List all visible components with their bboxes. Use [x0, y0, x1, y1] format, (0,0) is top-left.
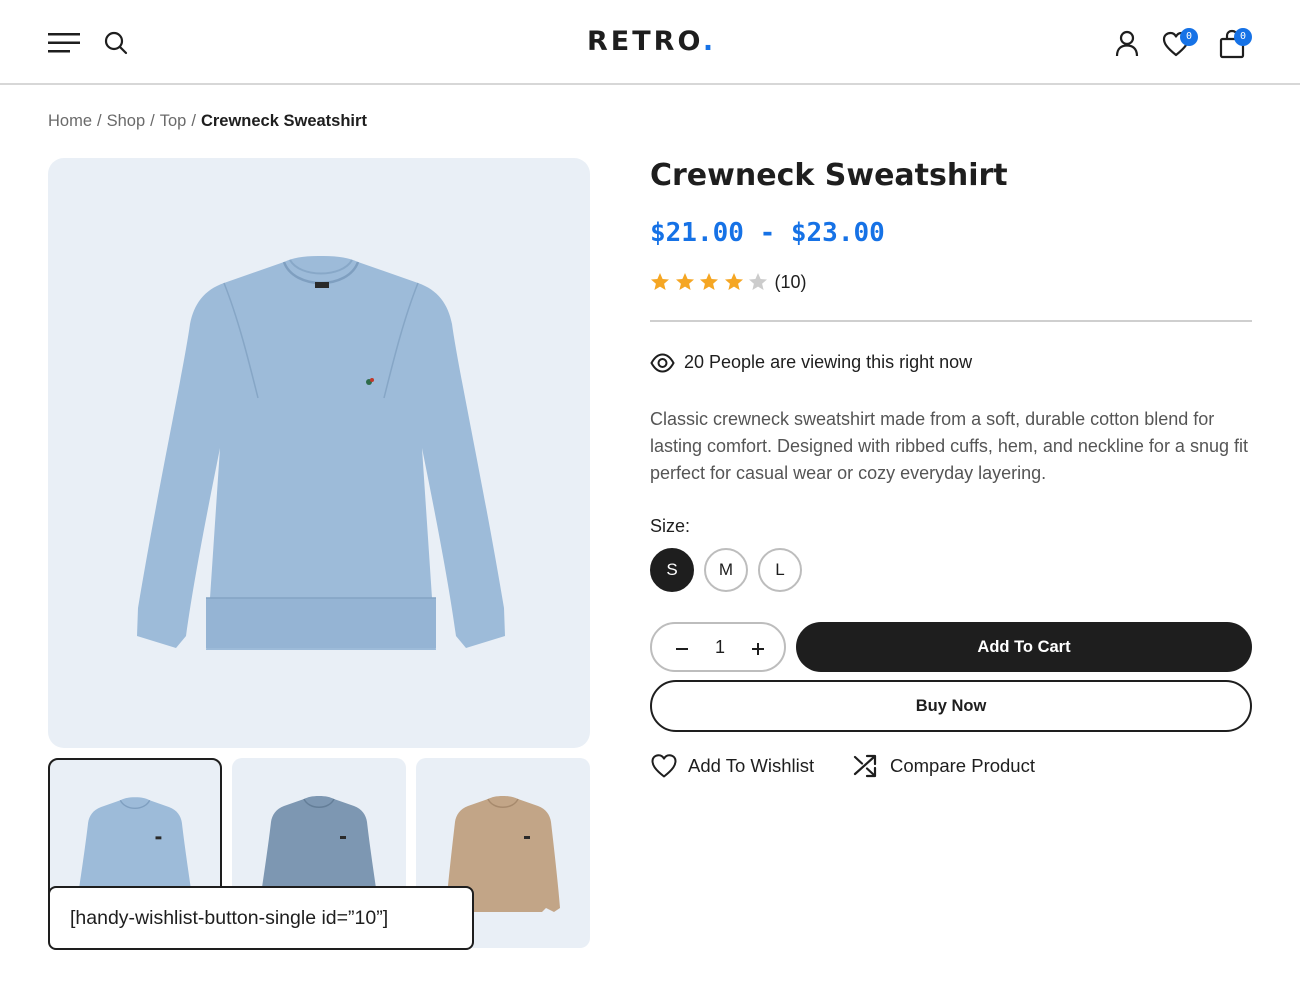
- quantity-stepper: 1: [650, 622, 786, 672]
- size-option-m[interactable]: M: [704, 548, 748, 592]
- breadcrumb-home[interactable]: Home: [48, 112, 92, 130]
- heart-icon: [651, 754, 677, 778]
- product-description: Classic crewneck sweatshirt made from a …: [650, 409, 1248, 483]
- sweatshirt-image: [137, 256, 505, 650]
- site-header: RETRO. 0 0: [0, 0, 1300, 85]
- viewing-text: 20 People are viewing this right now: [684, 352, 973, 372]
- star-filled-icon: [700, 273, 718, 290]
- product-price: $21.00 - $23.00: [650, 218, 885, 248]
- product-title: Crewneck Sweatshirt: [650, 158, 1008, 193]
- live-viewers-notice: 20 People are viewing this right now: [650, 352, 972, 373]
- shuffle-compare-icon: [853, 754, 877, 778]
- breadcrumb-separator: /: [97, 112, 102, 130]
- breadcrumb-shop[interactable]: Shop: [107, 112, 146, 130]
- size-option-s[interactable]: S: [650, 548, 694, 592]
- plus-icon: [752, 643, 764, 655]
- cart-count-badge: 0: [1234, 28, 1252, 46]
- star-empty-icon: [749, 273, 767, 290]
- main-product-image[interactable]: [48, 158, 590, 748]
- add-to-cart-button[interactable]: Add To Cart: [796, 622, 1252, 672]
- logo-dot: .: [702, 26, 717, 57]
- divider: [650, 320, 1252, 322]
- logo-text: RETRO: [587, 26, 703, 57]
- product-rating[interactable]: (10): [650, 270, 807, 294]
- quantity-input[interactable]: 1: [706, 634, 734, 660]
- compare-product-link[interactable]: Compare Product: [852, 753, 1035, 779]
- compare-link-label: Compare Product: [890, 755, 1035, 776]
- wishlist-count-badge: 0: [1180, 28, 1198, 46]
- user-account-icon[interactable]: [1114, 30, 1140, 58]
- quantity-decrease-button[interactable]: [672, 635, 692, 659]
- breadcrumb-separator: /: [150, 112, 155, 130]
- site-logo[interactable]: RETRO.: [587, 26, 716, 57]
- star-filled-icon: [724, 273, 743, 290]
- buy-now-button[interactable]: Buy Now: [650, 680, 1252, 732]
- minus-icon: [676, 648, 688, 650]
- star-filled-icon: [675, 273, 694, 290]
- breadcrumb-top[interactable]: Top: [160, 112, 187, 130]
- wishlist-shortcode-text: [handy-wishlist-button-single id=”10”]: [48, 886, 474, 950]
- eye-icon: [650, 352, 675, 373]
- size-label: Size:: [650, 516, 691, 536]
- review-count[interactable]: (10): [775, 272, 807, 293]
- hamburger-menu-icon[interactable]: [48, 32, 82, 54]
- add-to-wishlist-link[interactable]: Add To Wishlist: [650, 753, 814, 779]
- wishlist-link-label: Add To Wishlist: [688, 755, 815, 776]
- breadcrumb-separator: /: [191, 112, 196, 130]
- breadcrumb: Home / Shop / Top / Crewneck Sweatshirt: [48, 112, 367, 131]
- breadcrumb-current: Crewneck Sweatshirt: [200, 112, 367, 130]
- quantity-increase-button[interactable]: [748, 635, 768, 659]
- search-icon[interactable]: [103, 30, 129, 56]
- size-option-l[interactable]: L: [758, 548, 802, 592]
- star-filled-icon: [651, 273, 669, 290]
